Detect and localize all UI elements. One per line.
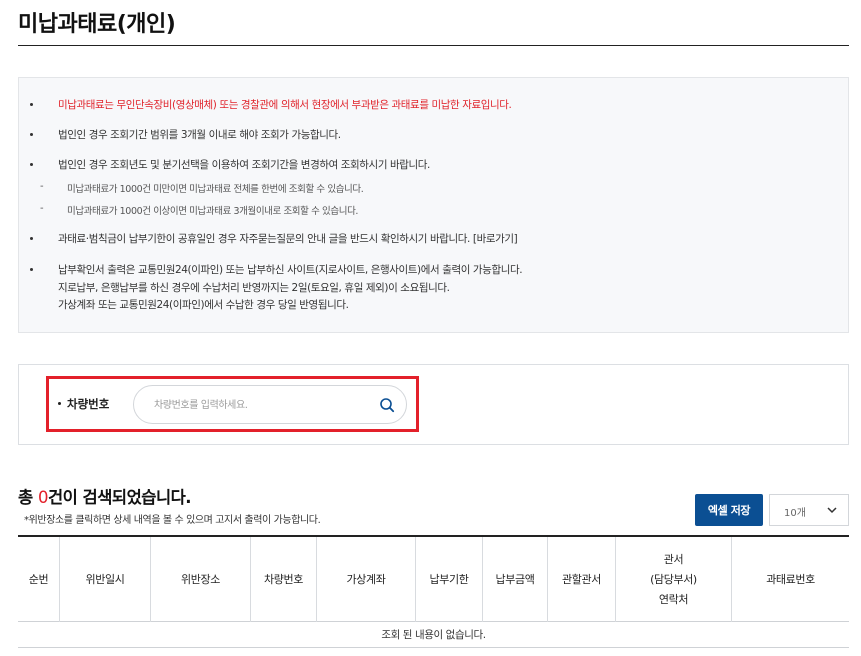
notice-item-2: 법인인 경우 조회기간 범위를 3개월 이내로 해야 조회가 가능합니다. [58, 129, 341, 141]
notice-item-5-line-2: 지로납부, 은행납부를 하신 경우에 수납처리 반영까지는 2일(토요일, 휴일… [58, 282, 450, 294]
chevron-down-icon [827, 507, 837, 514]
column-header: 위반일시 [85, 572, 125, 586]
result-count: 총 0건이 검색되었습니다. [18, 484, 192, 508]
table-header-row: 순번 위반일시 위반장소 차량번호 가상계좌 납부기한 납부금액 관할관서 관서… [18, 537, 849, 622]
search-icon[interactable] [379, 397, 395, 413]
notice-item-3: 법인인 경우 조회년도 및 분기선택을 이용하여 조회기간을 변경하여 조회하시… [58, 159, 430, 171]
column-header: 관할관서 [562, 572, 601, 586]
title-divider [18, 45, 849, 46]
bullet-dot [30, 268, 33, 271]
result-note: *위반장소를 클릭하면 상세 내역을 볼 수 있으며 고지서 출력이 가능합니다… [24, 515, 321, 526]
page-size-select[interactable]: 10개 [769, 494, 849, 526]
result-prefix: 총 [18, 488, 38, 507]
dash-marker: - [40, 181, 44, 192]
bullet-dot [30, 133, 33, 136]
page-title: 미납과태료(개인) [18, 12, 176, 37]
vehicle-number-input[interactable] [154, 395, 364, 415]
column-header: 납부금액 [495, 572, 535, 586]
column-header: 납부기한 [429, 572, 469, 586]
result-count-number: 0 [37, 488, 49, 507]
table-empty-row: 조회 된 내용이 없습니다. [18, 622, 849, 648]
vehicle-number-label: 차량번호 [67, 397, 110, 411]
page-size-value: 10개 [784, 508, 806, 519]
bullet-dot [30, 103, 33, 106]
notice-item-4[interactable]: 과태료·범칙금이 납부기한이 공휴일인 경우 자주묻는질문의 안내 글을 반드시… [58, 231, 518, 246]
notice-subitem-1: 미납과태료가 1000건 미만이면 미납과태료 전체를 한번에 조회할 수 있습… [67, 184, 364, 195]
column-header: 차량번호 [264, 572, 303, 586]
column-header: 과태료번호 [766, 572, 815, 586]
vehicle-number-search-field[interactable] [133, 385, 407, 424]
bullet-dot [30, 237, 33, 240]
bullet-dot [30, 163, 33, 166]
bullet-dot [58, 402, 61, 405]
column-header: 위반장소 [181, 572, 220, 586]
excel-download-button[interactable]: 엑셀 저장 [695, 494, 763, 526]
column-header: 가상계좌 [346, 572, 386, 586]
dash-marker: - [40, 203, 44, 214]
column-header: 순번 [28, 572, 49, 586]
column-header: 관서 (담당부서) 연락처 [650, 552, 697, 606]
notice-item-1: 미납과태료는 무인단속장비(영상매체) 또는 경찰관에 의해서 현장에서 부과받… [58, 99, 512, 111]
notice-item-5: 납부확인서 출력은 교통민원24(이파인) 또는 납부하신 사이트(지로사이트,… [58, 264, 523, 276]
notice-subitem-2: 미납과태료가 1000건 이상이면 미납과태료 3개월이내로 조회할 수 있습니… [67, 206, 359, 217]
notice-item-5-line-3: 가상계좌 또는 교통민원24(이파인)에서 수납한 경우 당일 반영됩니다. [58, 299, 349, 311]
result-suffix: 건이 검색되었습니다. [47, 488, 192, 507]
